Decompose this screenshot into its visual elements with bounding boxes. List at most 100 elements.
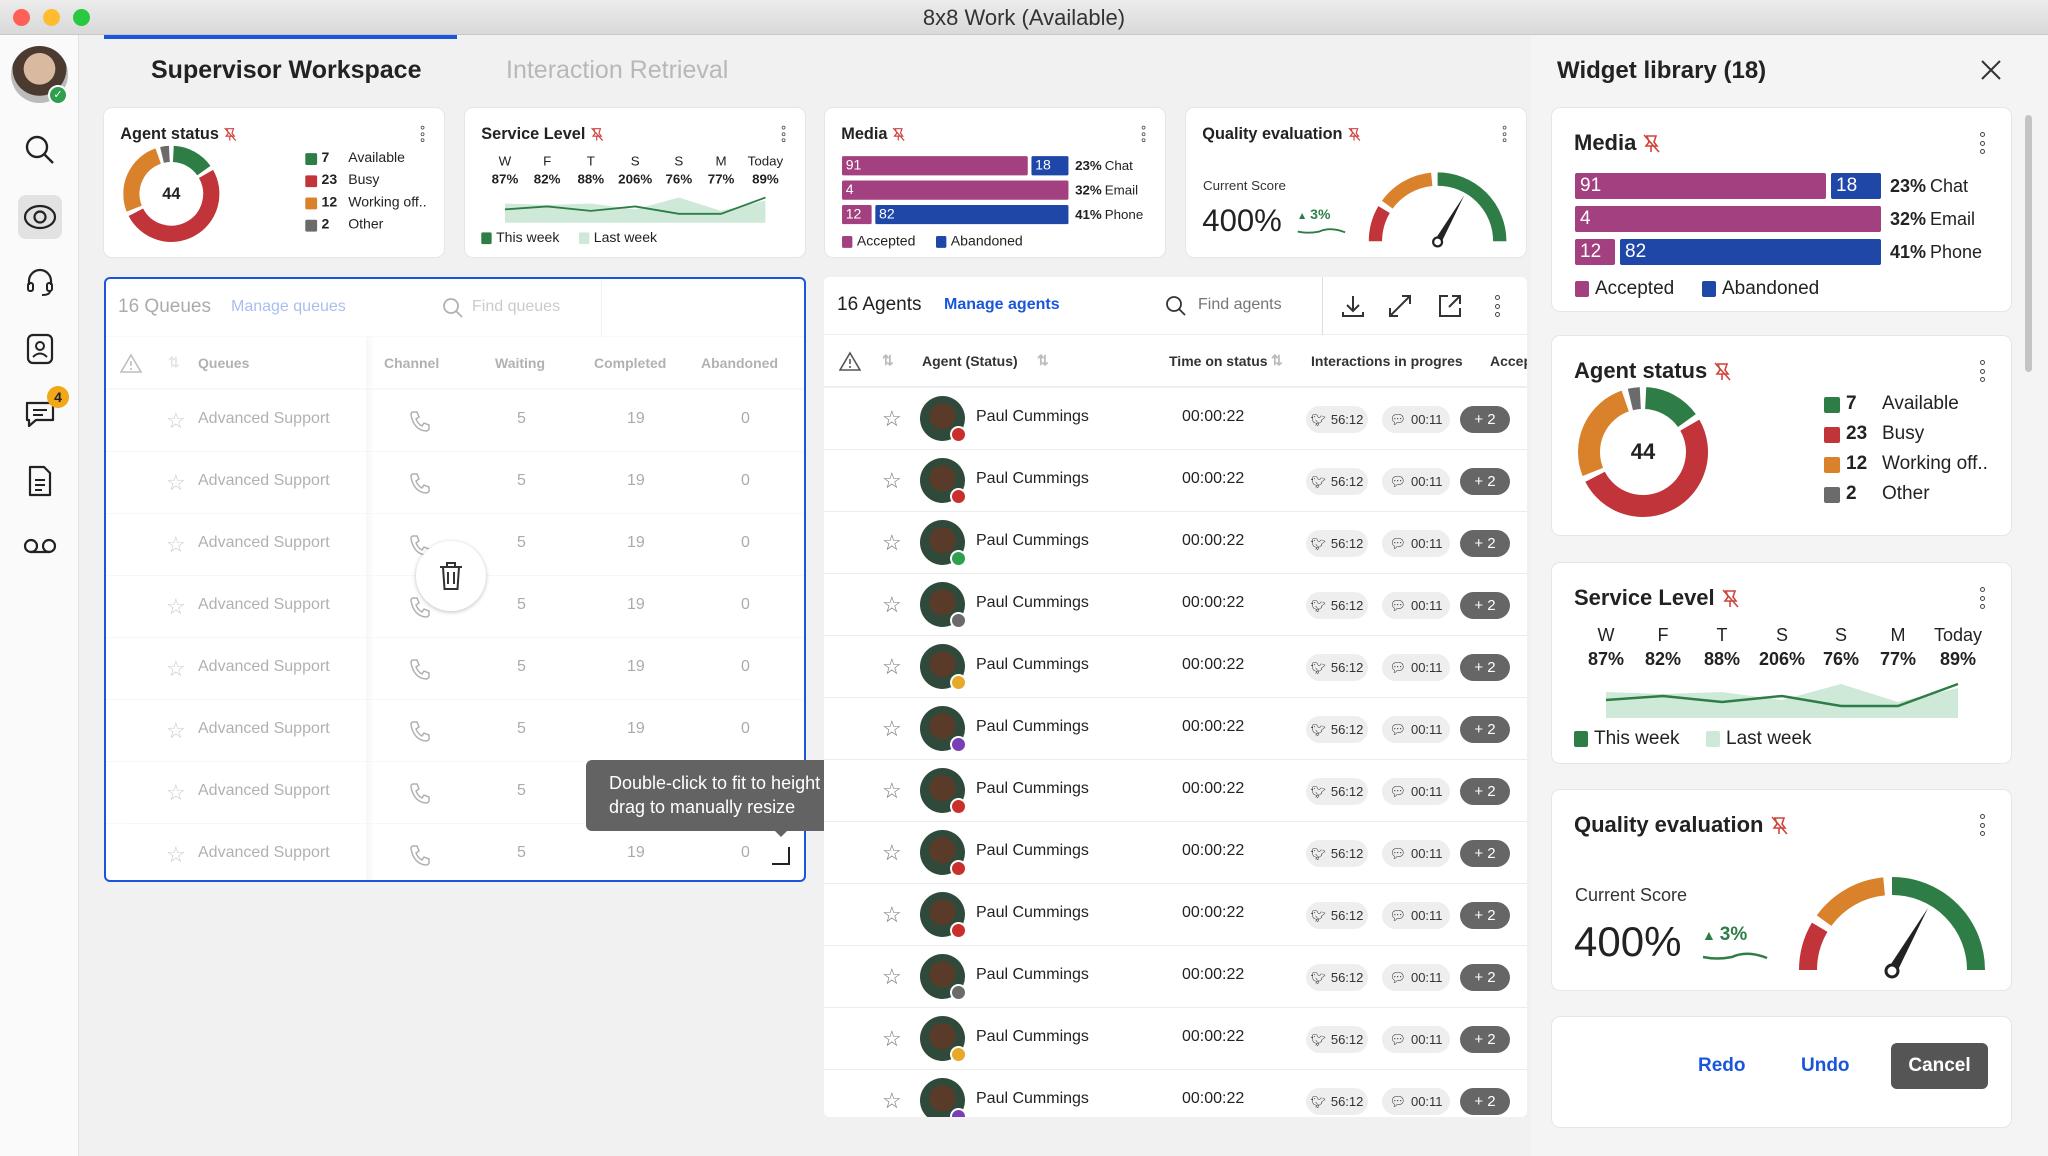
favorite-star-icon[interactable]: ☆ [882,902,902,928]
library-media-widget[interactable]: Media 91 18 23% Chat 4 32% Email 12 82 41% Phone Acc… [1552,108,2011,311]
column-header[interactable]: Channel [384,355,439,371]
table-row[interactable]: ☆ Paul Cummings 00:00:22 🐦︎ 56:12 💬︎ 00:11 + 2 [824,946,1527,1008]
sort-icon[interactable]: ⇅ [168,354,180,371]
close-icon[interactable] [1980,59,2002,81]
table-row[interactable]: ☆ Advanced Support 5 19 0 [106,390,804,452]
table-row[interactable]: ☆ Paul Cummings 00:00:22 🐦︎ 56:12 💬︎ 00:11 + 2 [824,822,1527,884]
column-header[interactable]: Completed [594,355,666,371]
favorite-star-icon[interactable]: ☆ [166,656,186,682]
more-interactions-chip[interactable]: + 2 [1460,840,1510,867]
table-row[interactable]: ☆ Paul Cummings 00:00:22 🐦︎ 56:12 💬︎ 00:11 + 2 [824,512,1527,574]
favorite-star-icon[interactable]: ☆ [166,594,186,620]
more-interactions-chip[interactable]: + 2 [1460,592,1510,619]
twitter-interaction-chip[interactable]: 🐦︎ 56:12 [1306,964,1368,991]
maximize-window-button[interactable] [73,9,90,26]
twitter-interaction-chip[interactable]: 🐦︎ 56:12 [1306,530,1368,557]
close-window-button[interactable] [13,9,30,26]
service-level-widget[interactable]: Service Level W 87% F 82% T 88% S 206% S 76% M 77% To… [465,108,805,257]
table-row[interactable]: ☆ Paul Cummings 00:00:22 🐦︎ 56:12 💬︎ 00:11 + 2 [824,760,1527,822]
find-queues-input[interactable] [472,293,592,321]
twitter-interaction-chip[interactable]: 🐦︎ 56:12 [1306,902,1368,929]
table-row[interactable]: ☆ Paul Cummings 00:00:22 🐦︎ 56:12 💬︎ 00:11 + 2 [824,884,1527,946]
chat-interaction-chip[interactable]: 💬︎ 00:11 [1382,1026,1450,1053]
more-interactions-chip[interactable]: + 2 [1460,1026,1510,1053]
chat-interaction-chip[interactable]: 💬︎ 00:11 [1382,1088,1450,1115]
quality-evaluation-widget[interactable]: Quality evaluation Current Score 400% ▲ 3% [1186,108,1526,257]
favorite-star-icon[interactable]: ☆ [166,532,186,558]
expand-icon[interactable] [1387,293,1413,319]
manage-agents-link[interactable]: Manage agents [944,296,1060,314]
table-row[interactable]: ☆ Paul Cummings 00:00:22 🐦︎ 56:12 💬︎ 00:11 + 2 [824,574,1527,636]
favorite-star-icon[interactable]: ☆ [882,716,902,742]
voicemail-icon[interactable] [18,524,62,568]
table-row[interactable]: ☆ Paul Cummings 00:00:22 🐦︎ 56:12 💬︎ 00:11 + 2 [824,450,1527,512]
twitter-interaction-chip[interactable]: 🐦︎ 56:12 [1306,840,1368,867]
contacts-icon[interactable] [18,327,62,371]
column-header[interactable]: Accep [1490,353,1527,369]
chat-interaction-chip[interactable]: 💬︎ 00:11 [1382,592,1450,619]
column-header[interactable]: Waiting [495,355,545,371]
search-icon[interactable] [18,128,62,172]
table-row[interactable]: ☆ Paul Cummings 00:00:22 🐦︎ 56:12 💬︎ 00:11 + 2 [824,388,1527,450]
table-row[interactable]: ☆ Advanced Support 5 19 0 [106,824,804,880]
table-row[interactable]: ☆ Advanced Support 5 19 0 [106,638,804,700]
table-row[interactable]: ☆ Advanced Support 5 19 0 [106,700,804,762]
favorite-star-icon[interactable]: ☆ [882,964,902,990]
twitter-interaction-chip[interactable]: 🐦︎ 56:12 [1306,592,1368,619]
chat-interaction-chip[interactable]: 💬︎ 00:11 [1382,778,1450,805]
document-icon[interactable] [18,459,62,503]
delete-widget-button[interactable] [416,541,486,611]
favorite-star-icon[interactable]: ☆ [166,408,186,434]
tab-supervisor-workspace[interactable]: Supervisor Workspace [151,56,421,85]
widget-menu-icon[interactable] [420,125,425,143]
library-service-level-widget[interactable]: Service Level W 87% F 82% T 88% S 206% S 76% M 77% To… [1552,563,2011,763]
favorite-star-icon[interactable]: ☆ [882,654,902,680]
chat-interaction-chip[interactable]: 💬︎ 00:11 [1382,902,1450,929]
media-widget[interactable]: Media 91 18 23% Chat 4 32% Email 12 82 41% Phone Acc… [825,108,1165,257]
resize-handle[interactable] [772,847,790,865]
chat-interaction-chip[interactable]: 💬︎ 00:11 [1382,840,1450,867]
table-row[interactable]: ☆ Paul Cummings 00:00:22 🐦︎ 56:12 💬︎ 00:11 + 2 [824,1070,1527,1117]
table-row[interactable]: ☆ Paul Cummings 00:00:22 🐦︎ 56:12 💬︎ 00:11 + 2 [824,636,1527,698]
favorite-star-icon[interactable]: ☆ [882,1088,902,1114]
twitter-interaction-chip[interactable]: 🐦︎ 56:12 [1306,406,1368,433]
sort-icon[interactable]: ⇅ [1271,352,1283,369]
chat-interaction-chip[interactable]: 💬︎ 00:11 [1382,406,1450,433]
more-interactions-chip[interactable]: + 2 [1460,1088,1510,1115]
chat-interaction-chip[interactable]: 💬︎ 00:11 [1382,530,1450,557]
more-interactions-chip[interactable]: + 2 [1460,964,1510,991]
favorite-star-icon[interactable]: ☆ [882,840,902,866]
more-options-icon[interactable] [1494,295,1500,317]
agent-status-widget[interactable]: Agent status 44 7 Available 23 Busy 12 Working … [104,108,444,257]
scrollbar[interactable] [2025,115,2032,372]
widget-menu-icon[interactable] [781,125,786,143]
table-row[interactable]: ☆ Advanced Support 5 19 0 [106,452,804,514]
download-icon[interactable] [1340,293,1366,319]
more-interactions-chip[interactable]: + 2 [1460,530,1510,557]
more-interactions-chip[interactable]: + 2 [1460,468,1510,495]
twitter-interaction-chip[interactable]: 🐦︎ 56:12 [1306,1026,1368,1053]
column-header[interactable]: Queues [198,355,249,371]
widget-menu-icon[interactable] [1141,125,1146,143]
more-interactions-chip[interactable]: + 2 [1460,716,1510,743]
chat-interaction-chip[interactable]: 💬︎ 00:11 [1382,964,1450,991]
favorite-star-icon[interactable]: ☆ [882,778,902,804]
column-header[interactable]: Interactions in progres [1311,353,1463,369]
twitter-interaction-chip[interactable]: 🐦︎ 56:12 [1306,716,1368,743]
find-agents-input[interactable] [1198,291,1318,319]
twitter-interaction-chip[interactable]: 🐦︎ 56:12 [1306,468,1368,495]
twitter-interaction-chip[interactable]: 🐦︎ 56:12 [1306,778,1368,805]
widget-menu-icon[interactable] [1502,125,1507,143]
widget-menu-icon[interactable] [1979,360,1985,382]
favorite-star-icon[interactable]: ☆ [882,406,902,432]
favorite-star-icon[interactable]: ☆ [166,780,186,806]
table-row[interactable]: ☆ Paul Cummings 00:00:22 🐦︎ 56:12 💬︎ 00:11 + 2 [824,1008,1527,1070]
more-interactions-chip[interactable]: + 2 [1460,778,1510,805]
redo-button[interactable]: Redo [1698,1055,1746,1077]
column-header[interactable]: Agent (Status) [922,353,1018,369]
widget-menu-icon[interactable] [1979,132,1985,154]
more-interactions-chip[interactable]: + 2 [1460,902,1510,929]
favorite-star-icon[interactable]: ☆ [882,1026,902,1052]
eye-icon[interactable] [18,195,62,239]
chat-interaction-chip[interactable]: 💬︎ 00:11 [1382,654,1450,681]
